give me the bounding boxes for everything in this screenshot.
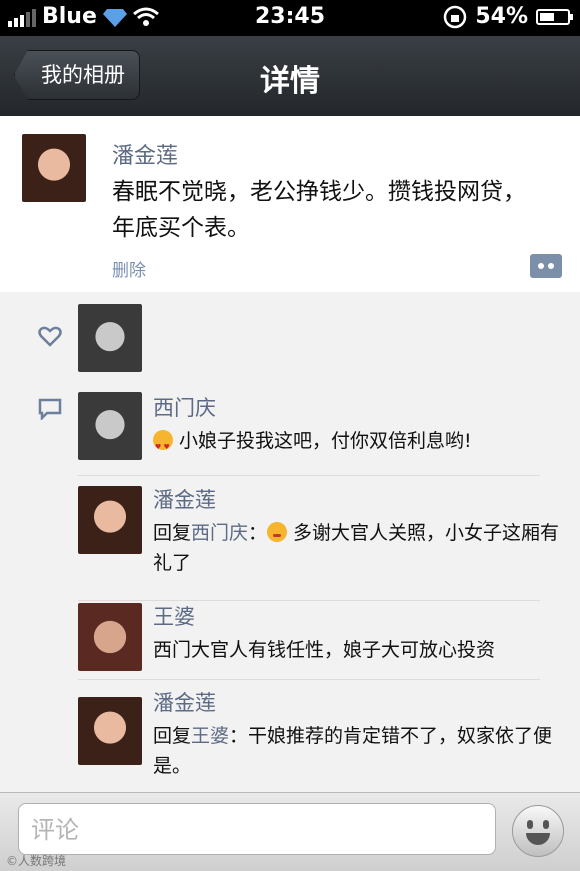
heart-eyes-emoji [153,430,173,462]
battery-percent: 54% [475,4,528,29]
delete-button[interactable]: 删除 [112,256,146,281]
status-right: 54% [443,4,573,29]
commenter-avatar[interactable] [78,697,142,765]
commenter-name[interactable]: 潘金莲 [153,687,216,717]
comment-text: 回复西门庆： 多谢大官人关照，小女子这厢有礼了 [153,522,560,574]
comment-text: 小娘子投我这吧，付你双倍利息哟! [153,426,573,462]
commenter-avatar[interactable] [78,392,142,460]
comment-text: 西门大官人有钱任性，娘子大可放心投资 [153,639,496,661]
comment-item: 潘金莲 回复西门庆： 多谢大官人关照，小女子这厢有礼了 [78,478,559,598]
rotation-lock-icon [444,5,467,28]
comment-text: 回复王婆：干娘推荐的肯定错不了，奴家依了便是。 [153,725,553,777]
commenter-avatar[interactable] [78,486,142,554]
liker-avatar[interactable] [78,304,142,372]
battery-icon [536,8,573,25]
shy-emoji [267,522,288,542]
commenter-name[interactable]: 王婆 [153,601,195,631]
reply-target[interactable]: 王婆 [191,725,229,747]
post-author[interactable]: 潘金莲 [112,138,178,170]
comments-section: 西门庆 小娘子投我这吧，付你双倍利息哟! 潘金莲 回复西门庆：多谢大官人关照，小… [0,292,580,792]
smiley-icon[interactable] [512,805,564,857]
navigation-bar: 我的相册 详情 [0,36,580,117]
author-avatar[interactable] [22,134,86,202]
comment-item: 王婆 西门大官人有钱任性，娘子大可放心投资 [78,595,540,677]
watermark: ©人数跨境 [6,854,67,868]
commenter-name[interactable]: 西门庆 [153,392,216,422]
likes-row [0,292,580,378]
commenter-name[interactable]: 潘金莲 [153,484,216,514]
post: 潘金莲 春眠不觉晓，老公挣钱少。攒钱投网贷，年底买个表。 删除 [0,116,580,292]
status-bar: Blue 23:45 54% [0,0,580,36]
reply-target[interactable]: 西门庆 [191,522,248,544]
divider [78,475,540,476]
post-content: 春眠不觉晓，老公挣钱少。攒钱投网贷，年底买个表。 [112,179,526,241]
comment-input-bar: 评论 [0,792,580,871]
divider [78,679,540,680]
commenter-avatar[interactable] [78,603,142,671]
page-title: 详情 [260,64,320,99]
comment-menu-icon[interactable] [530,254,562,278]
comment-input[interactable]: 评论 [18,803,496,855]
comment-item: 潘金莲 回复王婆：干娘推荐的肯定错不了，奴家依了便是。 [78,681,552,791]
heart-icon [38,326,62,347]
comment-item: 西门庆 小娘子投我这吧，付你双倍利息哟! [78,386,540,474]
chat-bubble-icon [38,398,62,420]
